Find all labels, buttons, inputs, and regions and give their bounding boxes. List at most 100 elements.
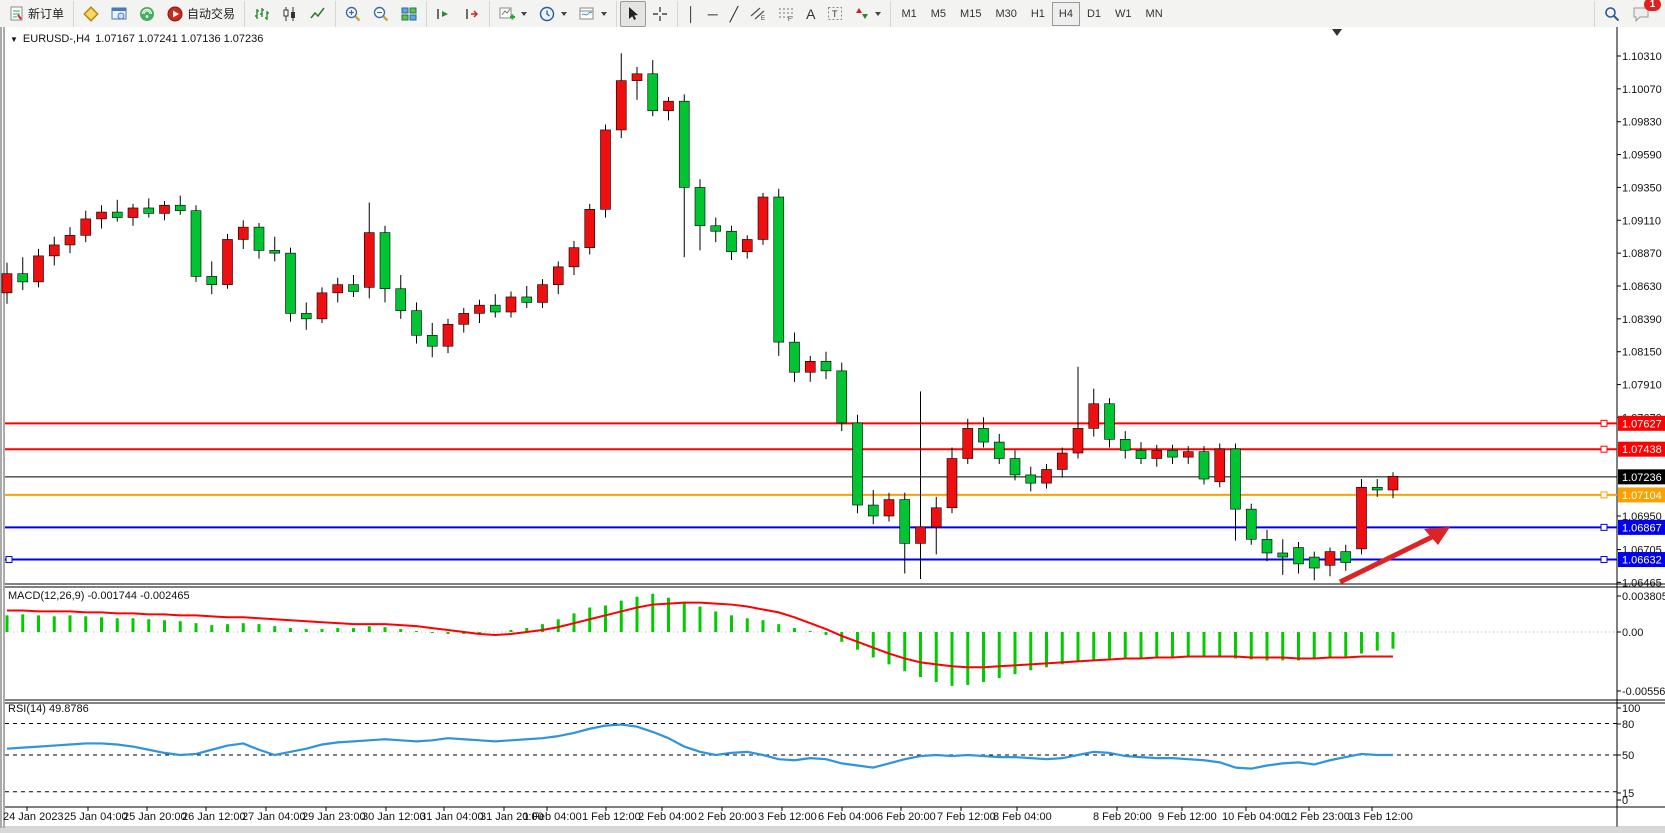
- candle: [191, 211, 201, 277]
- hline-badge-label: 1.07627: [1622, 418, 1662, 430]
- line-chart-icon: [310, 6, 326, 22]
- rsi-tick-label: 0: [1622, 795, 1628, 807]
- timeframe-mn[interactable]: MN: [1139, 2, 1170, 26]
- candle: [916, 527, 926, 543]
- candlestick-chart-button[interactable]: [276, 1, 304, 27]
- candle: [175, 205, 185, 210]
- candle: [679, 101, 689, 187]
- date-label: 27 Jan 04:00: [242, 811, 306, 823]
- autotrade-button[interactable]: 自动交易: [161, 1, 241, 27]
- candle: [301, 313, 311, 318]
- candle: [1010, 459, 1020, 475]
- date-label: 8 Feb 20:00: [1093, 811, 1152, 823]
- line-chart-button[interactable]: [304, 1, 332, 27]
- timeframe-d1[interactable]: D1: [1080, 2, 1108, 26]
- candle: [2, 274, 12, 293]
- date-label: 3 Feb 12:00: [758, 811, 817, 823]
- indicators-dropdown-arrow[interactable]: [521, 12, 527, 16]
- autotrade-icon: [167, 6, 183, 22]
- chat-button[interactable]: 1: [1626, 1, 1656, 27]
- search-icon: [1604, 6, 1620, 22]
- candle: [490, 305, 500, 312]
- candle: [1309, 557, 1319, 568]
- hline-handle[interactable]: [6, 557, 12, 563]
- timeframe-m30[interactable]: M30: [988, 2, 1023, 26]
- candle: [506, 297, 516, 312]
- candle: [553, 267, 563, 285]
- cursor-tool-button[interactable]: [620, 1, 646, 27]
- bottom-strip: [0, 828, 1665, 833]
- zoom-in-button[interactable]: [339, 1, 367, 27]
- templates-button[interactable]: [573, 1, 613, 27]
- fibonacci-tool[interactable]: F: [772, 1, 800, 27]
- search-button[interactable]: [1598, 1, 1626, 27]
- timeframe-m1[interactable]: M1: [894, 2, 923, 26]
- candle: [1183, 452, 1193, 457]
- candle: [695, 187, 705, 225]
- candle: [254, 227, 264, 250]
- horizontal-line-icon: ─: [708, 7, 718, 21]
- auto-scroll-button[interactable]: [430, 1, 458, 27]
- trendline-tool[interactable]: ╱: [724, 1, 744, 27]
- timeframe-h1[interactable]: H1: [1024, 2, 1052, 26]
- chart-shift-icon: [464, 6, 480, 22]
- hline-handle[interactable]: [1601, 524, 1607, 530]
- candle: [1294, 547, 1304, 563]
- timeframe-group: M1M5M15M30H1H4D1W1MN: [891, 1, 1172, 27]
- indicators-button[interactable]: [493, 1, 533, 27]
- hline-handle[interactable]: [1601, 446, 1607, 452]
- candle: [1105, 404, 1115, 440]
- candle: [459, 313, 469, 324]
- horizontal-line-tool[interactable]: ─: [702, 1, 724, 27]
- zoom-out-button[interactable]: [367, 1, 395, 27]
- candle: [947, 459, 957, 508]
- signals-button[interactable]: [133, 1, 161, 27]
- macd-indicator-label: MACD(12,26,9) -0.001744 -0.002465: [8, 590, 190, 602]
- timeframe-m15[interactable]: M15: [953, 2, 988, 26]
- chart-canvas[interactable]: 1.103101.100701.098301.095901.093501.091…: [0, 27, 1665, 833]
- candle: [538, 285, 548, 303]
- candle: [1278, 553, 1288, 557]
- timeframe-w1[interactable]: W1: [1108, 2, 1139, 26]
- notification-badge[interactable]: 1: [1644, 0, 1661, 11]
- timeframe-m5[interactable]: M5: [924, 2, 953, 26]
- price-tick-label: 1.09350: [1622, 182, 1662, 194]
- templates-dropdown-arrow[interactable]: [601, 12, 607, 16]
- collapse-triangle-icon[interactable]: ▼: [10, 35, 18, 44]
- candle: [1073, 428, 1083, 453]
- bar-chart-button[interactable]: [248, 1, 276, 27]
- new-order-button[interactable]: 新订单: [3, 1, 70, 27]
- date-label: 10 Feb 04:00: [1222, 811, 1287, 823]
- hline-handle[interactable]: [1601, 420, 1607, 426]
- candle: [664, 101, 674, 111]
- hline-handle[interactable]: [1601, 557, 1607, 563]
- candle: [884, 500, 894, 516]
- crosshair-tool-button[interactable]: [646, 1, 674, 27]
- hline-handle[interactable]: [1601, 492, 1607, 498]
- channel-tool[interactable]: E: [744, 1, 772, 27]
- candle: [238, 227, 248, 239]
- candle: [1262, 539, 1272, 553]
- vertical-line-tool[interactable]: │: [681, 1, 702, 27]
- candle: [443, 324, 453, 346]
- rsi-value: 49.8786: [49, 703, 89, 715]
- terminal-button[interactable]: [105, 1, 133, 27]
- date-label: 31 Jan 04:00: [420, 811, 484, 823]
- arrows-dropdown-arrow[interactable]: [875, 12, 881, 16]
- periods-button[interactable]: [533, 1, 573, 27]
- market-button[interactable]: [77, 1, 105, 27]
- candle: [1120, 439, 1130, 450]
- chart-shift-button[interactable]: [458, 1, 486, 27]
- label-tool[interactable]: T: [821, 1, 849, 27]
- hline-badge-label: 1.07438: [1622, 444, 1662, 456]
- timeframe-h4[interactable]: H4: [1052, 2, 1080, 26]
- arrows-tool[interactable]: [849, 1, 887, 27]
- trendline-icon: ╱: [730, 7, 738, 21]
- tile-windows-button[interactable]: [395, 1, 423, 27]
- text-icon: A: [806, 7, 815, 21]
- market-icon: [83, 6, 99, 22]
- text-tool[interactable]: A: [800, 1, 821, 27]
- date-label: 8 Feb 04:00: [993, 811, 1052, 823]
- arrows-icon: [855, 6, 869, 21]
- periods-dropdown-arrow[interactable]: [561, 12, 567, 16]
